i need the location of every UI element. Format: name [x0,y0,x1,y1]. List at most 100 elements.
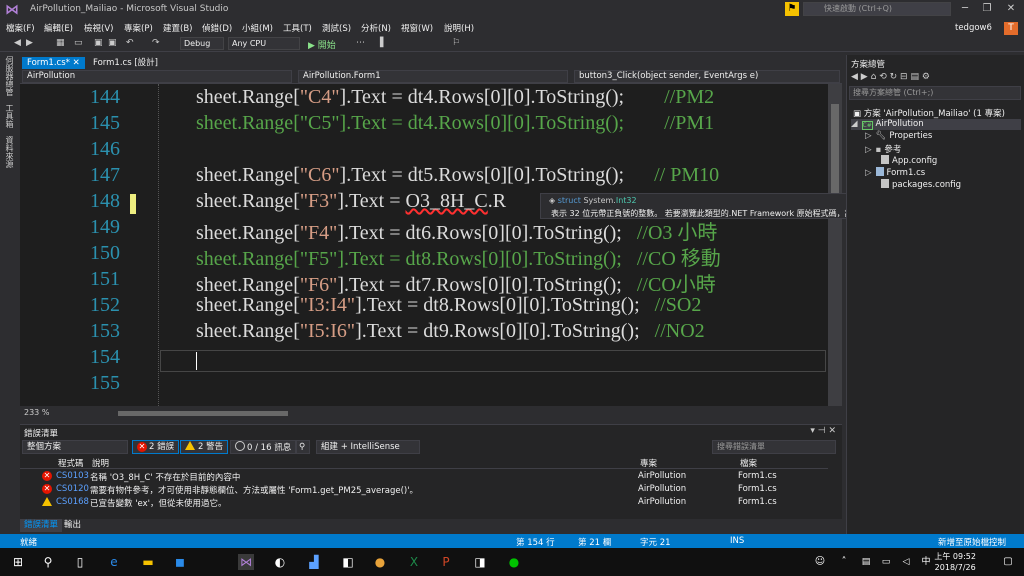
error-code[interactable]: CS0120 [56,484,89,494]
menu-edit[interactable]: 編輯(E) [44,22,73,34]
toolbar-misc-icon[interactable]: ⋯ [356,38,365,48]
undo-icon[interactable]: ↶ [126,38,134,48]
pane-close-icon[interactable]: ✕ [828,426,836,436]
search-icon[interactable]: ⚲ [40,554,56,570]
tree-properties[interactable]: ▷ 🔧︎ Properties [865,131,932,141]
code-line[interactable]: sheet.Range["I3:I4"].Text = dt8.Rows[0][… [196,294,701,317]
pin-icon[interactable]: ⊣ [818,426,826,436]
data-sources-tab[interactable]: 資料來源 [4,136,15,168]
volume-icon[interactable]: ◁ [898,554,914,570]
new-project-icon[interactable]: ▦ [56,38,65,48]
menu-build[interactable]: 建置(B) [163,22,192,34]
feedback-flag-icon[interactable]: ⚑ [785,2,799,16]
menu-project[interactable]: 專案(P) [124,22,153,34]
save-all-icon[interactable]: ▣ [108,38,117,48]
windows-start-icon[interactable]: ⊞ [10,554,26,570]
collapsed-icon[interactable]: ▷ [865,131,872,141]
code-line[interactable]: sheet.Range["F5"].Text = dt8.Rows[0][0].… [196,242,721,271]
error-list-search[interactable]: 搜尋錯誤清單 [712,440,836,454]
properties-icon[interactable]: ⚙ [922,72,930,82]
back-icon[interactable]: ◀ [851,72,858,82]
menu-test[interactable]: 測試(S) [322,22,351,34]
file-explorer-icon[interactable]: ▬ [140,554,156,570]
server-explorer-tab[interactable]: 伺服器總管 [4,56,15,96]
platform-dropdown[interactable]: Any CPU [228,37,300,50]
error-row[interactable]: ✕ CS0120 需要有物件參考，才可使用非靜態欄位、方法或屬性 'Form1.ge… [20,484,828,497]
close-button[interactable]: ✕ [1002,2,1020,16]
code-line[interactable]: sheet.Range["C5"].Text = dt4.Rows[0][0].… [196,112,714,135]
app-icon-3[interactable]: ◧ [340,554,356,570]
tree-form1[interactable]: ▷ Form1.cs [865,167,925,178]
toolbox-tab[interactable]: 工具箱 [4,104,15,128]
tray-chevron-icon[interactable]: ˄ [836,554,852,570]
maximize-button[interactable]: ❐ [978,2,996,16]
code-line[interactable]: sheet.Range["F3"].Text = O3_8H_C.R [196,190,506,213]
user-avatar[interactable]: T [1004,22,1018,35]
project-dropdown[interactable]: AirPollution [22,70,292,83]
tab-form1-cs[interactable]: Form1.cs* ✕ [22,57,85,69]
menu-analyze[interactable]: 分析(N) [361,22,391,34]
zoom-level[interactable]: 233 % [24,408,49,417]
source-control-button[interactable]: 新增至原始檔控制 [938,536,1006,548]
collapsed-icon[interactable]: ▷ [865,145,872,155]
bookmark-icon[interactable]: ▌ [380,38,387,48]
menu-window[interactable]: 視窗(W) [401,22,433,34]
task-view-icon[interactable]: ▯ [72,554,88,570]
member-dropdown[interactable]: button3_Click(object sender, EventArgs e… [574,70,840,83]
error-row[interactable]: CS0168 已宣告變數 'ex'，但從未使用過它。 AirPollution For… [20,497,828,510]
forward-icon[interactable]: ▶ [861,72,868,82]
tab-close-icon[interactable]: ✕ [73,58,80,68]
open-file-icon[interactable]: ▭ [74,38,83,48]
menu-help[interactable]: 說明(H) [444,22,474,34]
taskbar-clock[interactable]: 上午 09:52 2018/7/26 [934,551,976,573]
home-icon[interactable]: ⌂ [871,72,877,82]
pane-dropdown-icon[interactable]: ▾ [810,426,815,436]
sync-icon[interactable]: ⟲ [879,72,887,82]
back-icon[interactable]: ◀ [14,38,21,48]
error-row[interactable]: ✕ CS0103 名稱 'O3_8H_C' 不存在於目前的內容中 AirPolluti… [20,471,828,484]
code-line[interactable]: sheet.Range["C6"].Text = dt5.Rows[0][0].… [196,164,719,187]
collapsed-icon[interactable]: ▷ [865,168,872,178]
store-icon[interactable]: ◼ [172,554,188,570]
visual-studio-taskbar-icon[interactable]: ⋈ [238,554,254,570]
forward-icon[interactable]: ▶ [26,38,33,48]
powerpoint-icon[interactable]: P [438,554,454,570]
config-dropdown[interactable]: Debug [180,37,224,50]
app-icon-1[interactable]: ◐ [272,554,288,570]
build-filter-dropdown[interactable]: 組建 + IntelliSense [316,440,420,454]
battery-icon[interactable]: ▭ [878,554,894,570]
errors-filter-button[interactable]: ✕ 2 錯誤 [132,440,180,454]
people-icon[interactable]: ☺ [812,554,828,570]
scope-dropdown[interactable]: 整個方案 [22,440,128,454]
tree-packages-config[interactable]: packages.config [881,179,961,190]
tab-output[interactable]: 輸出 [60,519,85,532]
tab-form1-design[interactable]: Form1.cs [設計] [88,57,163,69]
refresh-icon[interactable]: ↻ [890,72,898,82]
tree-solution[interactable]: ▣ 方案 'AirPollution_Mailiao' (1 專案) [853,107,1005,119]
error-code[interactable]: CS0168 [56,497,89,507]
notification-icon[interactable]: ▢ [1000,554,1016,570]
show-files-icon[interactable]: ▤ [910,72,919,82]
save-icon[interactable]: ▣ [94,38,103,48]
code-line[interactable]: sheet.Range["F4"].Text = dt6.Rows[0][0].… [196,216,717,245]
solution-search[interactable]: 搜尋方案總管 (Ctrl+;) [849,86,1021,100]
bookmark-flag-icon[interactable]: ⚐ [452,38,460,48]
code-line[interactable]: sheet.Range["C4"].Text = dt4.Rows[0][0].… [196,86,714,109]
ime-icon[interactable]: 中 [918,554,934,570]
menu-file[interactable]: 檔案(F) [6,22,35,34]
editor-vertical-scrollbar[interactable] [828,84,842,406]
horizontal-scroll-thumb[interactable] [118,411,288,416]
chrome-icon[interactable]: ● [372,554,388,570]
code-line[interactable]: sheet.Range["F6"].Text = dt7.Rows[0][0].… [196,268,716,297]
app-icon-4[interactable]: ◨ [472,554,488,570]
expanded-icon[interactable]: ◢ [851,119,858,129]
edge-icon[interactable]: e [106,554,122,570]
tree-references[interactable]: ▷ ▪ 參考 [865,143,901,155]
redo-icon[interactable]: ↷ [152,38,160,48]
menu-debug[interactable]: 偵錯(D) [202,22,232,34]
tree-app-config[interactable]: App.config [881,155,937,166]
minimize-button[interactable]: ─ [956,2,974,16]
start-button[interactable]: ▶ 開始 [308,38,336,51]
warnings-filter-button[interactable]: 2 警告 [180,440,229,454]
menu-view[interactable]: 檢視(V) [84,22,113,34]
